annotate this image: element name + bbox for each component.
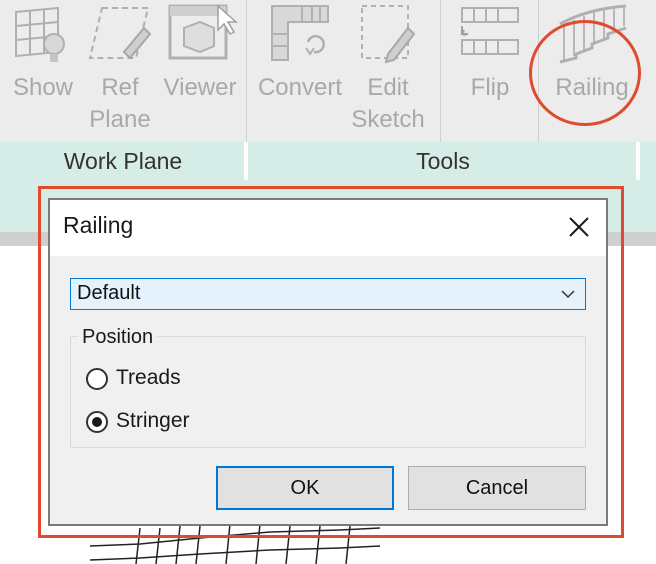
panel-title-tools: Tools xyxy=(416,148,470,174)
railing-highlight-circle xyxy=(529,20,641,126)
plane-label: Plane xyxy=(89,106,151,133)
ref-plane-icon xyxy=(88,7,152,60)
edit-label: Edit xyxy=(367,74,409,101)
panel-title-work-plane: Work Plane xyxy=(63,148,183,174)
edit-sketch-icon xyxy=(361,5,416,64)
flip-button[interactable]: Flip xyxy=(450,0,530,140)
ref-plane-button[interactable]: Ref Plane xyxy=(84,0,156,140)
viewer-icon xyxy=(168,4,238,60)
panel-divider xyxy=(636,142,640,180)
flip-icon xyxy=(460,7,519,55)
convert-label: Convert xyxy=(257,74,343,101)
show-label: Show xyxy=(12,74,74,101)
ref-label: Ref xyxy=(101,74,139,101)
ribbon-separator xyxy=(246,0,247,142)
viewer-label: Viewer xyxy=(163,74,237,101)
convert-button[interactable]: Convert xyxy=(252,0,348,140)
dialog-highlight-rect xyxy=(38,186,624,538)
convert-icon xyxy=(271,5,329,61)
ribbon-separator xyxy=(440,0,441,142)
viewer-button[interactable]: Viewer xyxy=(160,0,240,140)
edit-sketch-button[interactable]: Edit Sketch xyxy=(350,0,426,140)
flip-label: Flip xyxy=(470,74,510,101)
show-button[interactable]: Show xyxy=(6,0,80,140)
sketch-label: Sketch xyxy=(351,106,425,133)
show-workplane-icon xyxy=(15,6,65,62)
